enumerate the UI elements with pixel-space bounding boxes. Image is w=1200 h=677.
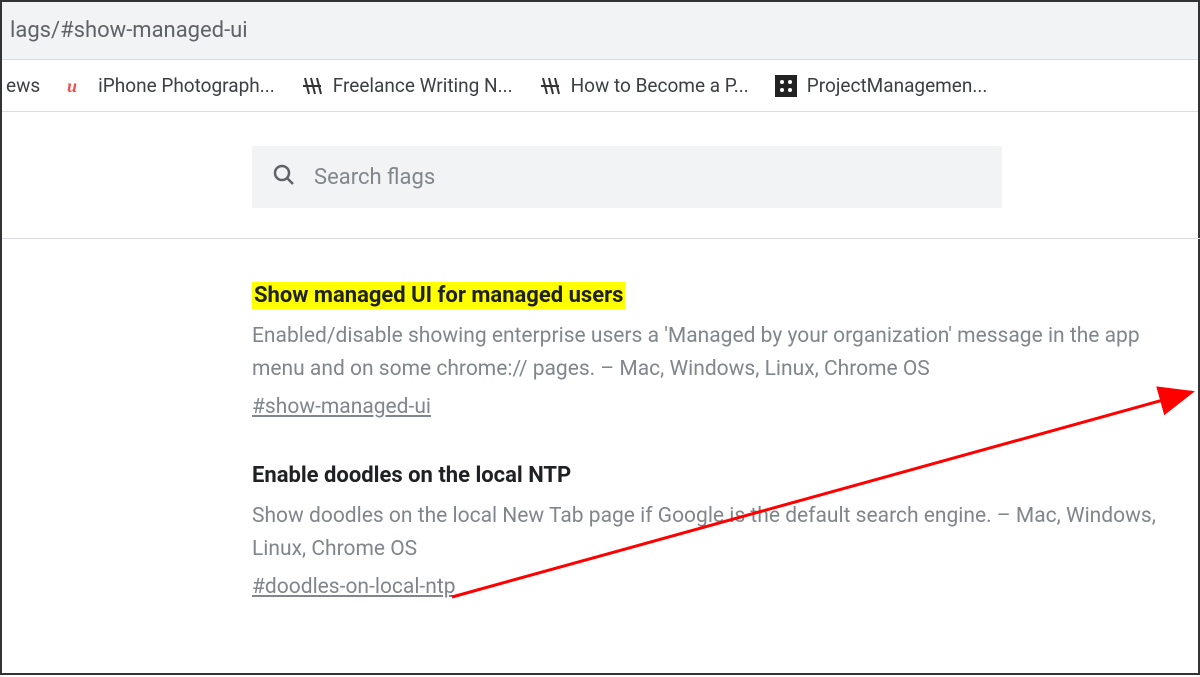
udemy-icon: u <box>66 75 88 97</box>
page-content: Show managed UI for managed users Enable… <box>2 112 1198 599</box>
bookmark-label: ProjectManagemen... <box>807 74 988 97</box>
flag-title: Show managed UI for managed users <box>252 282 625 309</box>
flag-description: Enabled/disable showing enterprise users… <box>252 320 1192 385</box>
pm-icon <box>775 75 797 97</box>
bookmark-item[interactable]: Freelance Writing N... <box>301 74 513 97</box>
site-icon <box>301 75 323 97</box>
search-icon <box>272 163 296 191</box>
bookmark-label: ews <box>6 74 40 97</box>
bookmarks-bar: ews u iPhone Photograph... Freelance Wri… <box>2 60 1198 112</box>
flag-entry: Enable doodles on the local NTP Show doo… <box>252 463 1192 599</box>
bookmark-item[interactable]: ews <box>6 74 40 97</box>
flag-description: Show doodles on the local New Tab page i… <box>252 500 1192 565</box>
search-flags-input[interactable] <box>314 165 982 190</box>
flag-anchor-link[interactable]: #show-managed-ui <box>252 395 431 419</box>
bookmark-label: Freelance Writing N... <box>333 74 513 97</box>
svg-text:u: u <box>67 76 77 96</box>
url-bar[interactable]: lags/#show-managed-ui <box>2 2 1198 60</box>
flag-entry: Show managed UI for managed users Enable… <box>252 283 1192 419</box>
site-icon <box>539 75 561 97</box>
bookmark-label: How to Become a P... <box>571 74 749 97</box>
url-prefix: lags/ <box>10 18 60 43</box>
search-flags-container[interactable] <box>252 146 1002 208</box>
bookmark-item[interactable]: ProjectManagemen... <box>775 74 988 97</box>
bookmark-item[interactable]: How to Become a P... <box>539 74 749 97</box>
bookmark-label: iPhone Photograph... <box>98 74 275 97</box>
url-hash: #show-managed-ui <box>60 18 248 43</box>
flag-title: Enable doodles on the local NTP <box>252 463 571 488</box>
flag-anchor-link[interactable]: #doodles-on-local-ntp <box>252 575 456 599</box>
divider <box>2 238 1200 239</box>
bookmark-item[interactable]: u iPhone Photograph... <box>66 74 275 97</box>
